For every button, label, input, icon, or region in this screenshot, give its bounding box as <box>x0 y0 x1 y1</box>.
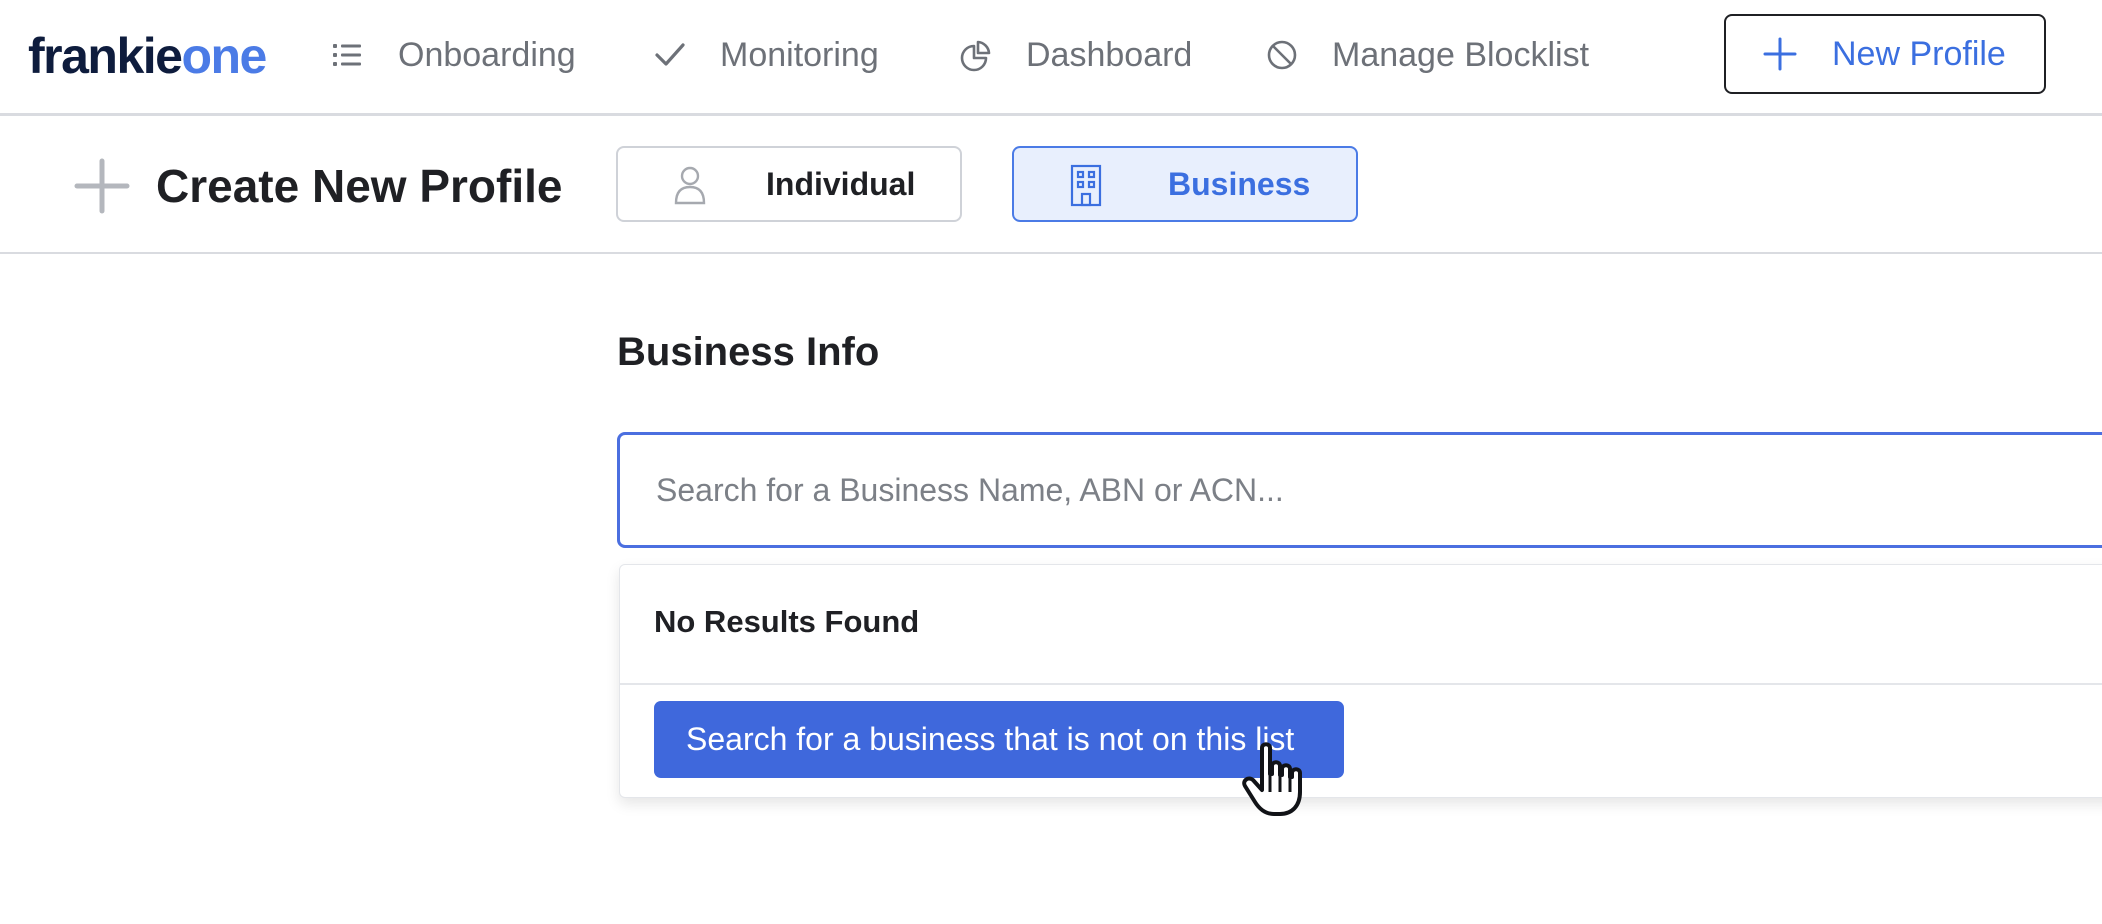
pointer-cursor-icon <box>1242 742 1302 816</box>
block-icon <box>1262 35 1302 75</box>
top-nav: frankieone Onboarding Monitoring Dashboa… <box>0 0 2102 116</box>
new-profile-button[interactable]: New Profile <box>1724 14 2046 94</box>
nav-item-label: Dashboard <box>1026 35 1193 74</box>
no-results-text: No Results Found <box>654 604 920 639</box>
page-title: Create New Profile <box>156 160 563 212</box>
nav-item-label: Onboarding <box>398 35 576 74</box>
individual-type-label: Individual <box>766 165 916 202</box>
nav-item-onboarding[interactable]: Onboarding <box>328 30 576 80</box>
check-icon <box>650 35 690 75</box>
person-icon <box>674 166 706 205</box>
building-icon <box>1070 164 1102 207</box>
pie-chart-icon <box>956 35 996 75</box>
nav-item-label: Monitoring <box>720 35 879 74</box>
list-icon <box>328 35 368 75</box>
logo[interactable]: frankieone <box>28 28 267 84</box>
app-page: frankieone Onboarding Monitoring Dashboa… <box>0 0 2102 924</box>
create-profile-header: Create New Profile Individual Business <box>0 116 2102 254</box>
individual-type-button[interactable]: Individual <box>616 146 962 222</box>
new-profile-label: New Profile <box>1832 34 2006 73</box>
nav-item-label: Manage Blocklist <box>1332 35 1590 74</box>
search-results-dropdown: No Results Found Search for a business t… <box>619 564 2102 798</box>
nav-item-manage-blocklist[interactable]: Manage Blocklist <box>1262 30 1589 80</box>
section-title: Business Info <box>617 330 880 374</box>
nav-item-monitoring[interactable]: Monitoring <box>650 30 879 80</box>
business-search-input[interactable] <box>656 471 2102 509</box>
plus-icon <box>1763 37 1797 71</box>
plus-icon <box>74 158 130 214</box>
business-search-field[interactable] <box>617 432 2102 548</box>
nav-item-dashboard[interactable]: Dashboard <box>956 30 1192 80</box>
divider <box>620 683 2102 685</box>
business-type-label: Business <box>1168 165 1311 202</box>
business-type-button[interactable]: Business <box>1012 146 1358 222</box>
